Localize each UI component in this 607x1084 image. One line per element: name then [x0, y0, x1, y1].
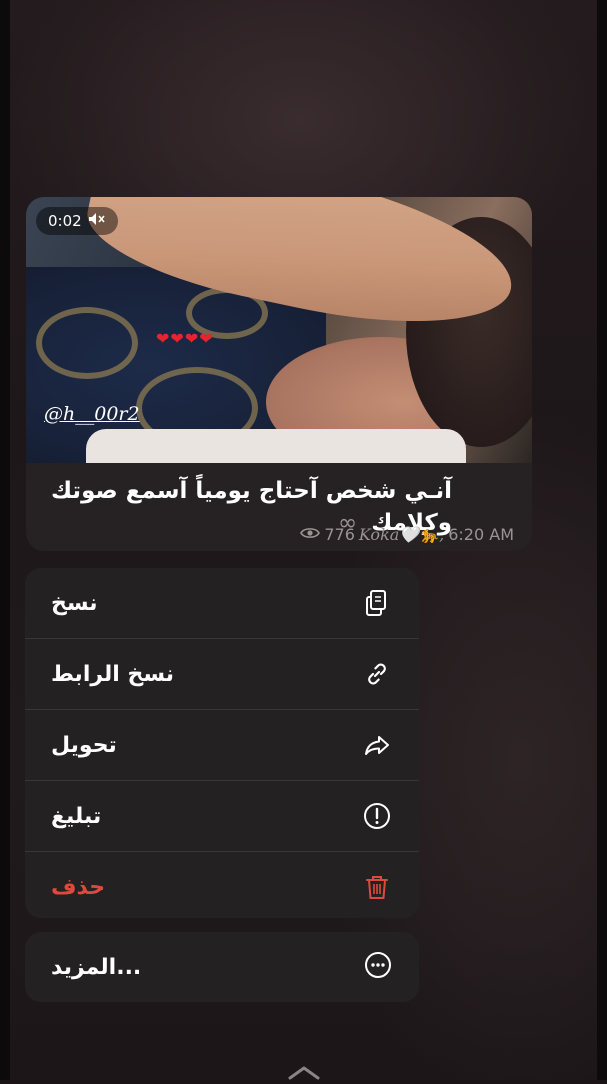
- video-watermark: @h__00r2: [44, 403, 140, 425]
- menu-item-label: المزيد...: [51, 954, 142, 980]
- chevron-up-icon[interactable]: [284, 1062, 324, 1080]
- hearts-overlay: ❤❤❤❤: [156, 329, 214, 348]
- message-bubble[interactable]: 0:02 ❤❤❤❤ @h__00r2 آنـي شخص آحتاج يومياً…: [26, 197, 532, 551]
- link-icon: [361, 658, 393, 690]
- video-preview[interactable]: 0:02 ❤❤❤❤ @h__00r2: [26, 197, 532, 463]
- right-edge: [597, 0, 607, 1080]
- left-edge: [0, 0, 10, 1080]
- video-duration-pill[interactable]: 0:02: [36, 207, 118, 235]
- trash-icon: [361, 871, 393, 903]
- menu-item-copy-link[interactable]: نسخ الرابط: [25, 639, 419, 709]
- video-time: 0:02: [48, 212, 82, 230]
- forward-icon: [361, 729, 393, 761]
- menu-item-report[interactable]: تبليغ: [25, 781, 419, 851]
- copy-icon: [361, 587, 393, 619]
- menu-item-label: نسخ الرابط: [51, 661, 175, 687]
- menu-item-label: تبليغ: [51, 803, 102, 829]
- video-frame-ornament: [36, 307, 138, 379]
- menu-item-more[interactable]: المزيد...: [25, 932, 419, 1002]
- views-count: 776: [324, 525, 355, 544]
- report-icon: [361, 800, 393, 832]
- author-signature: Koka🤍🐆,: [358, 525, 445, 544]
- more-icon: [363, 950, 393, 984]
- menu-item-delete[interactable]: حذف: [25, 852, 419, 918]
- video-frame-sheet: [86, 429, 466, 463]
- message-time: 6:20 AM: [448, 525, 514, 544]
- views-icon: [300, 525, 321, 544]
- message-meta: 776 Koka🤍🐆, 6:20 AM: [300, 525, 514, 544]
- menu-item-label: حذف: [51, 874, 106, 900]
- menu-item-copy[interactable]: نسخ: [25, 568, 419, 638]
- menu-item-label: نسخ: [51, 590, 98, 616]
- speaker-muted-icon[interactable]: [88, 207, 106, 235]
- menu-item-label: تحويل: [51, 732, 117, 758]
- context-menu: نسخ نسخ الرابط تحويل تبليغ حذف: [25, 568, 419, 918]
- menu-item-forward[interactable]: تحويل: [25, 710, 419, 780]
